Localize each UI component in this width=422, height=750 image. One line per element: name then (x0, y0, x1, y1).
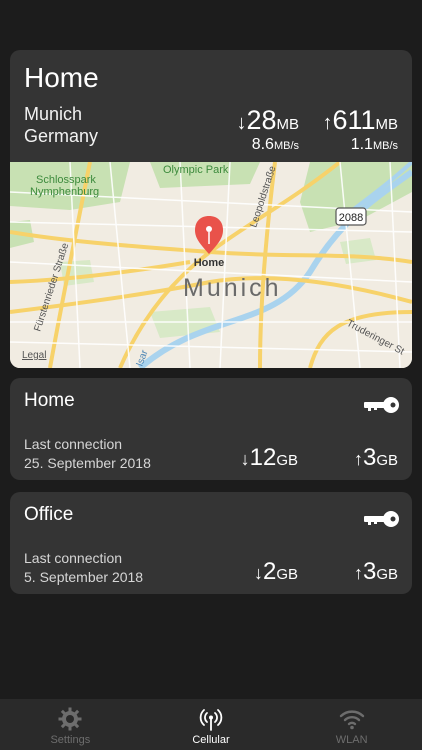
tab-wlan-label: WLAN (335, 734, 368, 746)
last-connection-date: 5. September 2018 (24, 569, 144, 585)
map-canvas: 2088 Schlosspark Nymphenburg Olympic Par… (10, 162, 412, 368)
download-arrow-icon: ↓ (236, 112, 247, 134)
down-unit: GB (276, 452, 298, 469)
location-map[interactable]: 2088 Schlosspark Nymphenburg Olympic Par… (10, 162, 412, 368)
pin-label: Home (194, 257, 225, 269)
key-icon (364, 511, 399, 527)
up-unit: GB (376, 566, 398, 583)
download-usage: ↓2GB (254, 558, 298, 586)
location-card[interactable]: Home Munich Germany ↓28MB 8.6MB/s ↑611MB… (10, 50, 412, 368)
tab-cellular-label: Cellular (192, 734, 230, 746)
tab-settings[interactable]: Settings (0, 699, 141, 750)
upload-arrow-icon: ↑ (322, 112, 333, 134)
connection-card-home[interactable]: Home Last connection 25. September 2018 … (10, 378, 412, 480)
up-arrow-icon: ↑ (353, 449, 363, 469)
antenna-icon (199, 709, 223, 731)
download-total: ↓28MB (236, 105, 299, 136)
last-connection-label: Last connection (24, 550, 123, 566)
map-label-olympic-park: Olympic Park (163, 164, 229, 176)
download-rate: 8.6MB/s (252, 136, 299, 154)
legal-link[interactable]: Legal (22, 350, 46, 361)
upload-rate: 1.1MB/s (351, 136, 398, 154)
last-connection-label: Last connection (24, 436, 123, 452)
gear-icon (58, 707, 82, 731)
connection-name: Office (24, 504, 74, 525)
up-value: 3 (362, 444, 377, 471)
country-label: Germany (24, 126, 99, 146)
upload-total: ↑611MB (322, 105, 398, 136)
location-title: Home (24, 62, 99, 93)
upload-value: 611 (332, 105, 376, 135)
tab-wlan[interactable]: WLAN (281, 699, 422, 750)
up-arrow-icon: ↑ (353, 563, 363, 583)
map-label-nymphenburg: Nymphenburg (30, 186, 99, 198)
down-arrow-icon: ↓ (253, 563, 263, 583)
map-city-label: Munich (183, 274, 282, 302)
park-area (340, 238, 376, 264)
download-rate-unit: MB/s (273, 140, 299, 152)
map-label-schlosspark: Schlosspark (36, 174, 96, 186)
tab-bar: Settings Cellular WLAN (0, 699, 422, 750)
download-rate-value: 8.6 (251, 136, 274, 153)
tab-settings-label: Settings (50, 734, 91, 746)
last-connection-date: 25. September 2018 (24, 455, 151, 471)
city-label: Munich (24, 104, 83, 124)
upload-usage: ↑3GB (354, 444, 398, 472)
upload-rate-unit: MB/s (372, 140, 398, 152)
upload-usage: ↑3GB (354, 558, 398, 586)
wifi-icon (339, 710, 364, 730)
download-usage: ↓12GB (241, 444, 298, 472)
connection-card-office[interactable]: Office Last connection 5. September 2018… (10, 492, 412, 594)
down-value: 2 (262, 558, 277, 585)
down-arrow-icon: ↓ (240, 449, 250, 469)
download-value: 28 (246, 105, 277, 135)
download-unit: MB (276, 116, 300, 133)
road-badge-label: 2088 (339, 212, 363, 224)
up-value: 3 (362, 558, 377, 585)
down-value: 12 (249, 444, 277, 471)
key-icon (364, 397, 399, 413)
up-unit: GB (376, 452, 398, 469)
tab-cellular[interactable]: Cellular (141, 699, 282, 750)
down-unit: GB (276, 566, 298, 583)
upload-rate-value: 1.1 (350, 136, 373, 153)
connection-name: Home (24, 390, 75, 411)
upload-unit: MB (375, 116, 399, 133)
